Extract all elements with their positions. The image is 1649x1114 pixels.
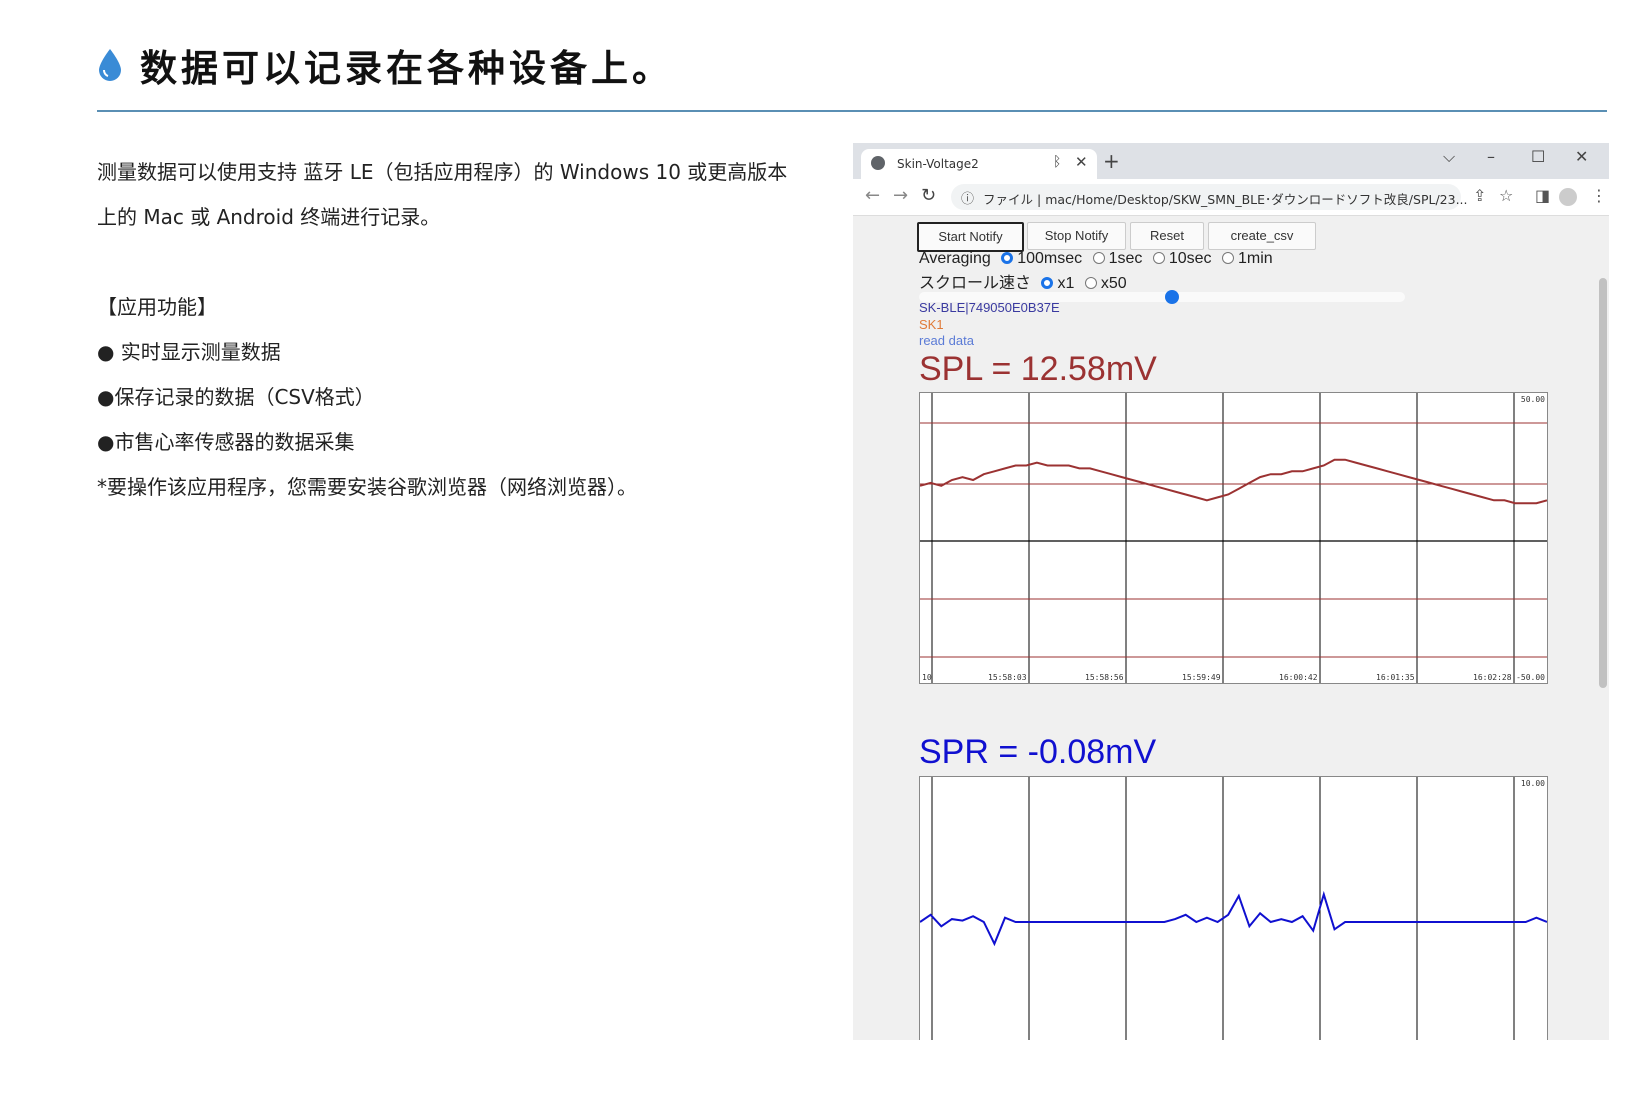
address-url: mac/Home/Desktop/SKW_SMN_BLE･ダウンロードソフト改良… [1045,192,1468,207]
series-line [920,458,1547,505]
side-panel-icon[interactable]: ◨ [1535,186,1550,205]
feature-item: ● 实时显示测量数据 [97,340,281,364]
share-icon[interactable]: ⇪ [1473,186,1486,205]
x-first-label: 10 [922,673,932,682]
start-notify-button[interactable]: Start Notify [917,222,1024,252]
device-name: SK-BLE|749050E0B37E [919,300,1060,315]
water-drop-icon [99,49,121,81]
description: 测量数据可以使用支持 蓝牙 LE（包括应用程序）的 Windows 10 或更高… [97,150,817,510]
averaging-label: Averaging [919,250,991,267]
series-line [920,890,1547,947]
back-icon[interactable]: ← [865,185,880,206]
spr-readout: SPR = -0.08mV [919,733,1157,771]
address-prefix: ファイル [983,192,1034,207]
spl-chart: 50.00 -50.00 10 15:58:03 15:58:56 15:59:… [919,392,1548,684]
feature-item: ●市售心率传感器的数据采集 [97,430,355,454]
close-tab-icon[interactable]: ✕ [1075,153,1088,171]
slider-thumb[interactable] [1164,290,1179,304]
features-note: *要操作该应用程序，您需要安装谷歌浏览器（网络浏览器）。 [97,475,637,499]
page-content: Start Notify Stop Notify Reset create_cs… [853,216,1609,1040]
divider [97,110,1607,112]
minimize-button[interactable]: – [1487,147,1495,166]
x-tick-label: 16:02:28 [1473,673,1512,682]
radio-label: 100msec [1017,250,1083,267]
page-title: 数据可以记录在各种设备上。 [140,47,673,90]
y-max-label: 10.00 [1520,779,1545,788]
x-tick-label: 16:00:42 [1279,673,1318,682]
sensor-name: SK1 [919,317,944,332]
browser-toolbar: ← → ↻ ⓘ ファイル | mac/Home/Desktop/SKW_SMN_… [853,179,1609,216]
scroll-speed-label: スクロール速さ [919,275,1032,292]
averaging-row: Averaging 100msec 1sec 10sec 1min [919,250,1273,268]
radio-label: 1sec [1108,250,1143,267]
radio-label: 1min [1238,250,1273,267]
bluetooth-icon: ᛒ [1053,154,1062,170]
address-bar[interactable]: ⓘ ファイル | mac/Home/Desktop/SKW_SMN_BLE･ダウ… [951,184,1467,210]
x-tick-label: 15:59:49 [1182,673,1221,682]
browser-window: Skin-Voltage2 ᛒ ✕ + ⌵ – ☐ ✕ ← → ↻ ⓘ ファイル… [853,143,1609,1040]
new-tab-button[interactable]: + [1103,149,1120,173]
browser-tab[interactable]: Skin-Voltage2 ᛒ ✕ [861,149,1097,179]
spl-readout: SPL = 12.58mV [919,350,1157,388]
stop-notify-button[interactable]: Stop Notify [1027,222,1126,250]
tab-strip: Skin-Voltage2 ᛒ ✕ + ⌵ – ☐ ✕ [853,143,1609,179]
create-csv-button[interactable]: create_csv [1208,222,1316,250]
radio-1sec[interactable] [1092,251,1105,264]
spr-plot-svg [920,777,1547,1040]
status-text: read data [919,333,974,348]
intro-line-2: 上的 Mac 或 Android 终端进行记录。 [97,205,441,229]
scroll-speed-row: スクロール速さ x1 x50 [919,269,1127,293]
radio-1min[interactable] [1222,251,1234,264]
features-title: 【应用功能】 [97,295,217,319]
radio-10sec[interactable] [1152,251,1165,264]
reset-button[interactable]: Reset [1130,222,1204,250]
menu-kebab-icon[interactable]: ⋮ [1591,186,1607,205]
scrollbar[interactable] [1597,216,1609,1040]
spl-plot-svg [920,393,1547,683]
maximize-button[interactable]: ☐ [1531,147,1545,166]
profile-avatar[interactable] [1559,188,1577,206]
y-min-label: -50.00 [1516,673,1545,682]
tab-title: Skin-Voltage2 [897,157,979,171]
forward-icon[interactable]: → [893,185,908,206]
x-tick-label: 16:01:35 [1376,673,1415,682]
radio-label: x1 [1057,275,1075,292]
info-icon[interactable]: ⓘ [961,188,974,207]
scrollbar-thumb[interactable] [1599,278,1607,688]
y-max-label: 50.00 [1520,395,1545,404]
bookmark-star-icon[interactable]: ☆ [1499,186,1513,205]
radio-label: x50 [1100,275,1127,292]
reload-icon[interactable]: ↻ [921,185,936,206]
intro-line-1: 测量数据可以使用支持 蓝牙 LE（包括应用程序）的 Windows 10 或更高… [97,160,788,184]
radio-label: 10sec [1168,250,1212,267]
feature-item: ●保存记录的数据（CSV格式） [97,385,375,409]
x-tick-label: 15:58:56 [1085,673,1124,682]
tab-search-icon[interactable]: ⌵ [1443,147,1455,167]
x-tick-label: 15:58:03 [988,673,1027,682]
spr-chart: 10.00 [919,776,1548,1040]
close-window-button[interactable]: ✕ [1575,147,1588,166]
radio-100msec[interactable] [1001,251,1014,264]
section-heading: 数据可以记录在各种设备上。 [96,38,673,92]
radio-x50[interactable] [1084,276,1097,289]
radio-x1[interactable] [1041,276,1054,289]
globe-icon [871,156,885,170]
